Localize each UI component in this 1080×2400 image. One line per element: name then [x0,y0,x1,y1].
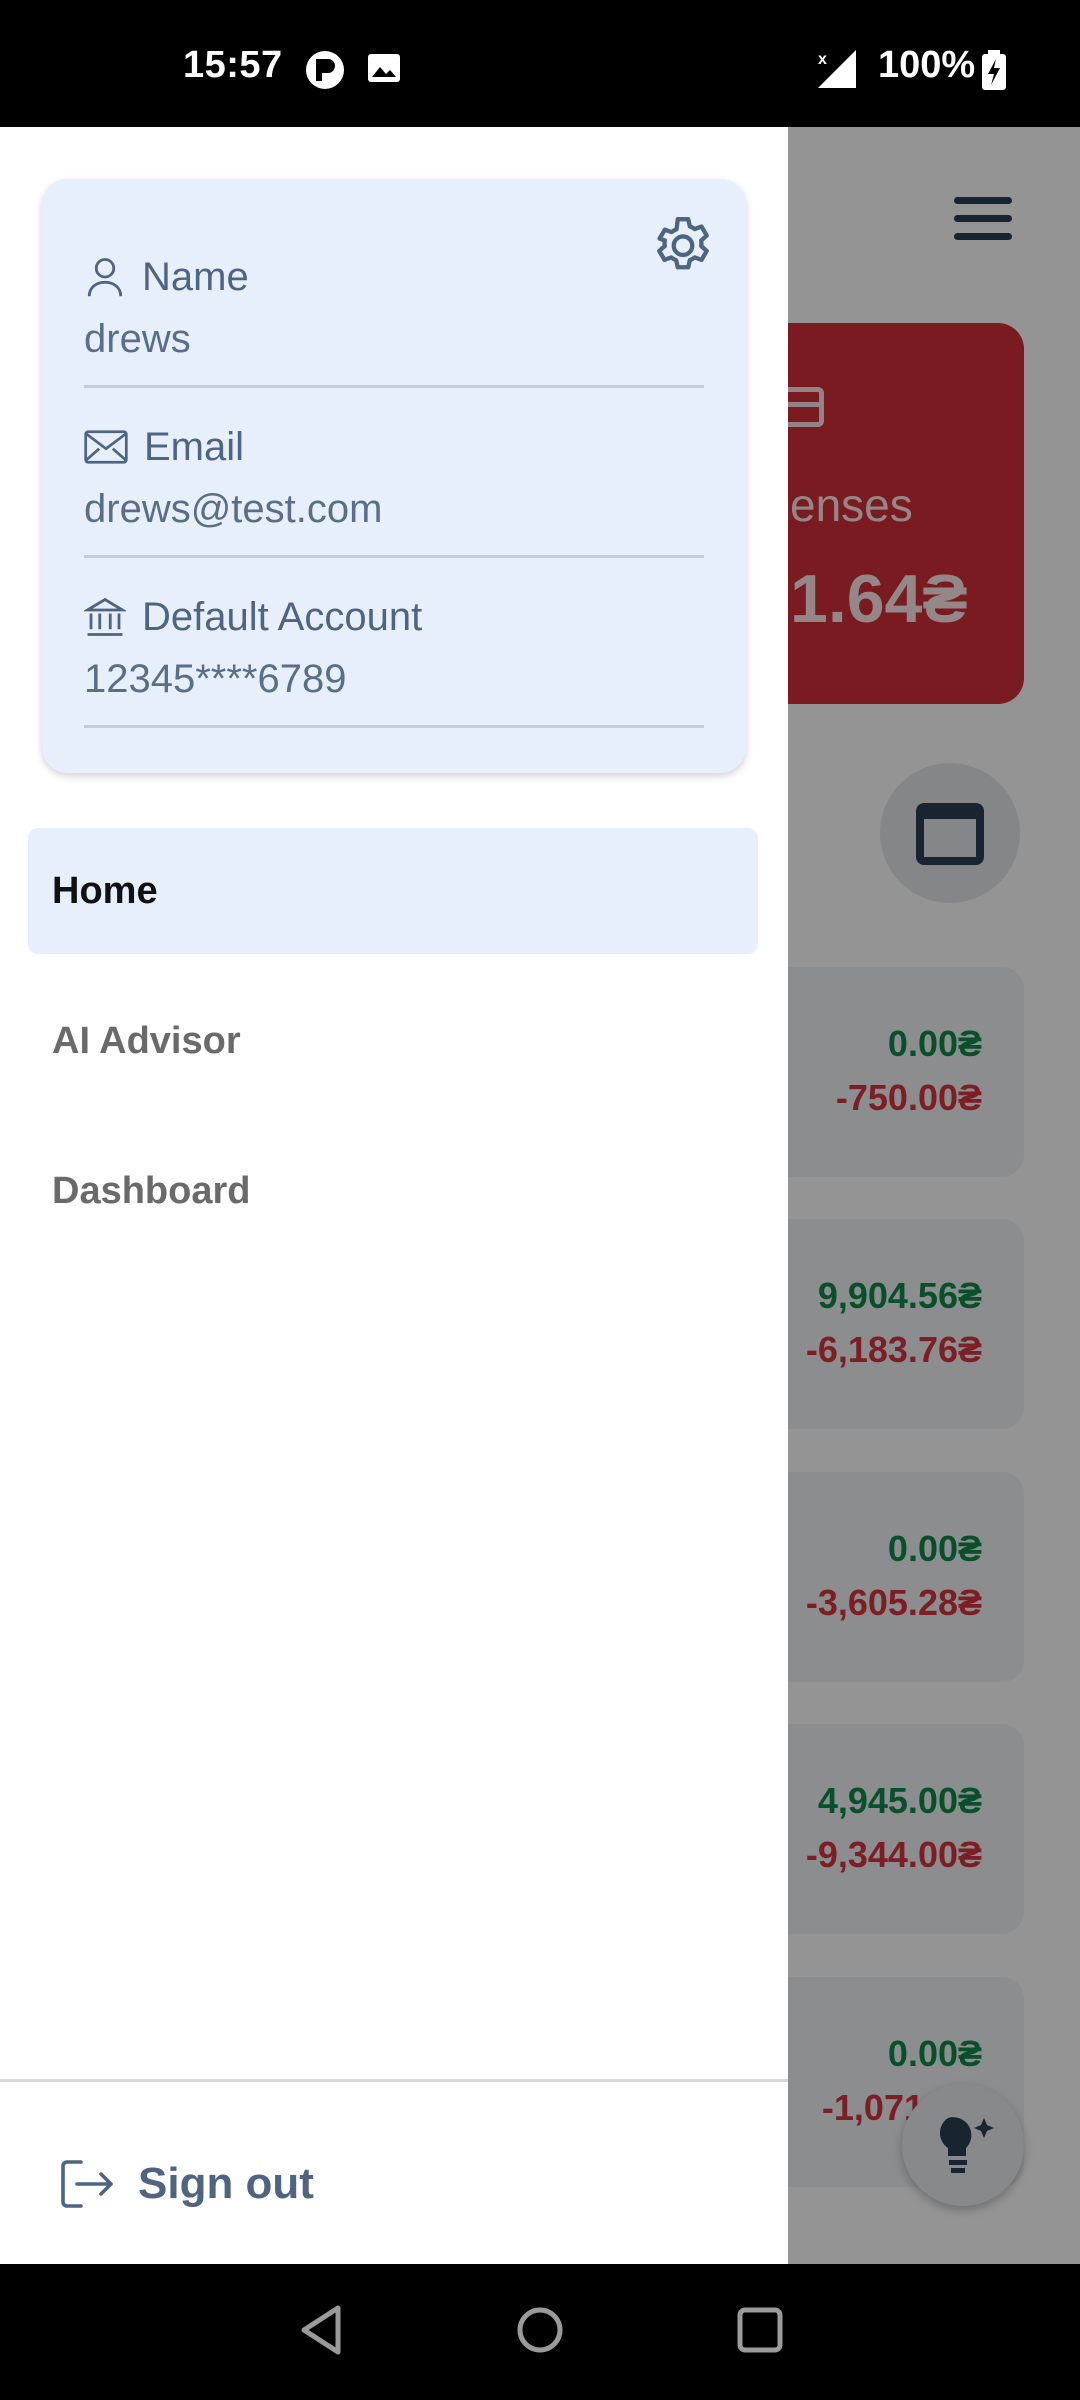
logout-icon [61,2160,113,2208]
status-bar: 15:57 x 100% [0,0,1080,127]
recents-icon[interactable] [734,2300,786,2365]
gear-icon [657,217,709,270]
drawer-divider [0,2079,788,2082]
name-value: drews [84,317,191,361]
system-nav-bar [0,2264,1080,2400]
account-label-row: Default Account [84,589,422,645]
home-icon[interactable] [510,2300,570,2365]
name-underline [84,385,704,388]
email-underline [84,555,704,558]
name-label: Name [142,254,249,299]
battery-charging-icon [980,50,1008,97]
account-label: Default Account [142,594,423,639]
back-icon[interactable] [296,2300,348,2365]
nav-item-ai-advisor[interactable]: AI Advisor [28,978,758,1104]
nav-item-dashboard[interactable]: Dashboard [28,1128,758,1254]
status-time: 15:57 [183,44,283,86]
signal-icon: x [816,48,858,95]
email-value: drews@test.com [84,487,383,531]
nav-item-home[interactable]: Home [28,828,758,954]
pi-app-icon [305,50,345,95]
sign-out-button[interactable]: Sign out [58,2149,314,2219]
user-icon [87,258,123,297]
settings-button[interactable] [646,209,720,283]
bank-icon [84,597,126,636]
account-underline [84,725,704,728]
nav-item-label: Home [52,869,158,912]
sign-out-label: Sign out [138,2159,314,2208]
profile-card: Name drews Email drews@test.com Default … [42,179,746,773]
image-icon [366,50,402,91]
envelope-icon [84,430,128,464]
email-label: Email [144,424,245,469]
svg-text:x: x [818,51,827,68]
nav-item-label: Dashboard [52,1169,251,1212]
nav-item-label: AI Advisor [52,1019,241,1062]
name-label-row: Name [84,249,249,305]
account-value: 12345****6789 [84,657,347,701]
email-label-row: Email [84,419,244,475]
navigation-drawer: Name drews Email drews@test.com Default … [0,127,788,2264]
battery-percent: 100% [878,44,976,86]
